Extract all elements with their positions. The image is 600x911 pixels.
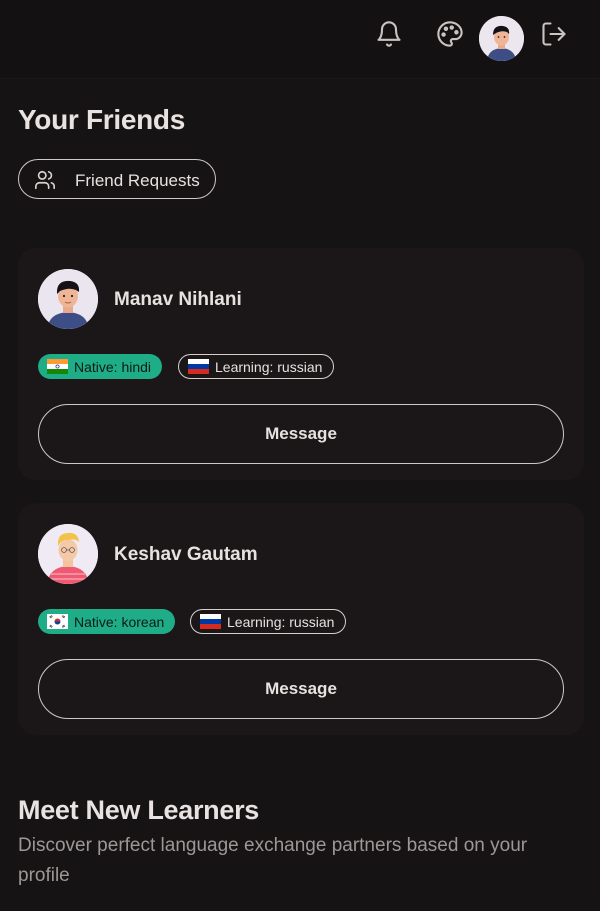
native-language-label: Native: hindi (74, 358, 152, 375)
friend-name: Keshav Gautam (114, 544, 258, 565)
friend-requests-label: Friend Requests (75, 171, 200, 190)
avatar (38, 524, 98, 584)
south-korea-flag-icon (47, 614, 68, 629)
bell-icon[interactable] (375, 20, 403, 48)
learning-language-label: Learning: russian (215, 358, 323, 375)
friend-card: Keshav Gautam Native: korean Learning: r… (18, 503, 584, 735)
avatar[interactable] (479, 16, 524, 61)
message-button[interactable]: Message (38, 659, 564, 719)
users-icon (34, 169, 56, 191)
friends-title: Your Friends (18, 104, 186, 135)
russia-flag-icon (188, 359, 209, 374)
india-flag-icon (47, 359, 68, 374)
native-language-badge: Native: korean (38, 609, 176, 634)
logout-icon[interactable] (540, 20, 568, 48)
meet-learners-subtitle: Discover perfect language exchange partn… (18, 835, 528, 886)
russia-flag-icon (200, 614, 221, 629)
meet-learners-title: Meet New Learners (18, 795, 259, 825)
native-language-badge: Native: hindi (38, 354, 163, 379)
native-language-label: Native: korean (74, 613, 165, 630)
friend-name: Manav Nihlani (114, 289, 242, 310)
friend-card: Manav Nihlani Native: hindi Learning: ru… (18, 248, 584, 480)
avatar (38, 269, 98, 329)
message-button[interactable]: Message (38, 404, 564, 464)
learning-language-badge: Learning: russian (178, 354, 335, 379)
top-navbar (0, 0, 600, 79)
palette-icon[interactable] (436, 20, 464, 48)
friend-requests-button[interactable]: Friend Requests (18, 159, 216, 199)
learning-language-badge: Learning: russian (190, 609, 347, 634)
learning-language-label: Learning: russian (227, 613, 335, 630)
